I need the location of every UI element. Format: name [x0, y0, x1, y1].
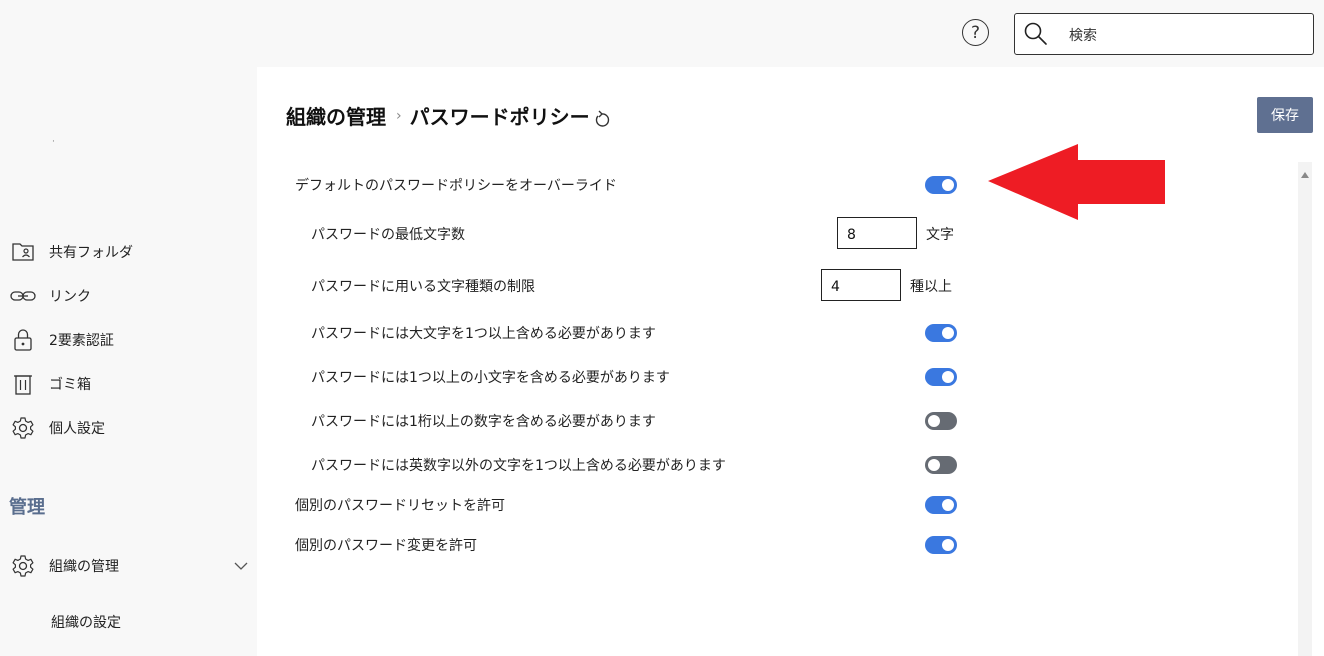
help-icon: ? — [970, 22, 981, 43]
digits-toggle[interactable] — [925, 412, 957, 430]
toggle-knob — [928, 415, 940, 427]
toggle-knob — [942, 371, 954, 383]
sidebar-item-label: リンク — [49, 289, 91, 305]
symbols-toggle[interactable] — [925, 456, 957, 474]
allow-change-toggle[interactable] — [925, 536, 957, 554]
save-button[interactable]: 保存 — [1257, 97, 1313, 133]
lowercase-label: パスワードには1つ以上の小文字を含める必要があります — [311, 370, 670, 386]
override-toggle[interactable] — [925, 176, 957, 194]
sidebar-item-2fa[interactable]: 2要素認証 — [10, 327, 114, 353]
gear-icon — [10, 553, 36, 579]
sidebar-item-link[interactable]: リンク — [10, 283, 91, 309]
char-types-label: パスワードに用いる文字種類の制限 — [311, 279, 535, 295]
sidebar-item-shared-folder[interactable]: 共有フォルダ — [10, 239, 133, 265]
breadcrumb-parent[interactable]: 組織の管理 — [286, 101, 386, 130]
min-length-unit: 文字 — [926, 227, 954, 243]
trash-icon — [10, 371, 36, 397]
chevron-down-icon[interactable] — [232, 557, 250, 575]
toggle-knob — [942, 179, 954, 191]
breadcrumb-separator: › — [396, 107, 402, 124]
sidebar-item-label: 共有フォルダ — [49, 245, 133, 261]
sidebar-subitem-org-settings[interactable]: 組織の設定 — [51, 612, 121, 632]
char-types-input[interactable]: 4 — [821, 269, 901, 301]
annotation-arrow-icon — [988, 144, 1165, 220]
uppercase-label: パスワードには大文字を1つ以上含める必要があります — [311, 326, 656, 342]
toggle-knob — [942, 327, 954, 339]
toggle-knob — [942, 539, 954, 551]
lowercase-toggle[interactable] — [925, 368, 957, 386]
char-types-unit: 種以上 — [910, 279, 952, 295]
digits-label: パスワードには1桁以上の数字を含める必要があります — [311, 414, 656, 430]
allow-reset-label: 個別のパスワードリセットを許可 — [295, 498, 505, 514]
sidebar-item-label: 2要素認証 — [49, 333, 114, 349]
allow-reset-toggle[interactable] — [925, 496, 957, 514]
sidebar-dot: · — [52, 137, 55, 147]
link-icon — [10, 283, 36, 309]
page-title: パスワードポリシー — [409, 105, 590, 129]
sidebar-item-trash[interactable]: ゴミ箱 — [10, 371, 91, 397]
sidebar-item-personal-settings[interactable]: 個人設定 — [10, 415, 105, 441]
toggle-knob — [928, 459, 940, 471]
scrollbar[interactable] — [1298, 162, 1312, 656]
sidebar-item-label: ゴミ箱 — [49, 377, 91, 393]
min-length-label: パスワードの最低文字数 — [311, 227, 465, 243]
lock-icon — [10, 327, 36, 353]
help-button[interactable]: ? — [962, 19, 989, 46]
min-length-input[interactable]: 8 — [837, 217, 917, 249]
search-input[interactable]: 検索 — [1014, 13, 1314, 55]
uppercase-toggle[interactable] — [925, 324, 957, 342]
breadcrumb: 組織の管理 › パスワードポリシー — [286, 101, 612, 130]
override-label: デフォルトのパスワードポリシーをオーバーライド — [295, 178, 617, 194]
gear-icon — [10, 415, 36, 441]
sidebar-item-label: 組織の管理 — [49, 559, 119, 575]
symbols-label: パスワードには英数字以外の文字を1つ以上含める必要があります — [311, 458, 726, 474]
sidebar-item-label: 個人設定 — [49, 421, 105, 437]
toggle-knob — [942, 499, 954, 511]
search-placeholder: 検索 — [1069, 28, 1097, 44]
search-icon — [1024, 22, 1047, 45]
allow-change-label: 個別のパスワード変更を許可 — [295, 538, 477, 554]
reload-icon[interactable] — [592, 109, 612, 129]
sidebar-item-org-management[interactable]: 組織の管理 — [10, 553, 119, 579]
scroll-up-arrow-icon[interactable] — [1301, 172, 1309, 178]
admin-section-title: 管理 — [9, 497, 45, 518]
shared-folder-icon — [10, 239, 36, 265]
